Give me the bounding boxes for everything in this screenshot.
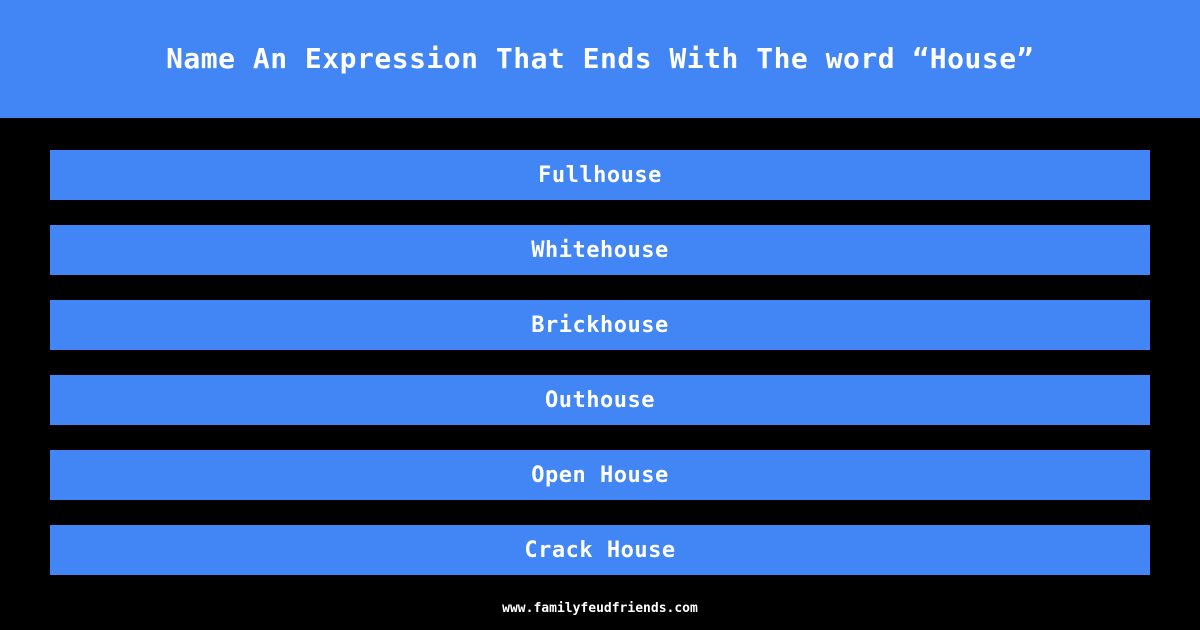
- answer-row[interactable]: Whitehouse: [50, 225, 1150, 275]
- page-title: Name An Expression That Ends With The wo…: [166, 41, 1034, 75]
- question-header: Name An Expression That Ends With The wo…: [0, 0, 1200, 118]
- answer-label: Brickhouse: [531, 312, 669, 338]
- site-url[interactable]: www.familyfeudfriends.com: [502, 601, 698, 616]
- answer-row[interactable]: Outhouse: [50, 375, 1150, 425]
- answer-row[interactable]: Fullhouse: [50, 150, 1150, 200]
- answer-label: Open House: [531, 462, 669, 488]
- answer-row[interactable]: Crack House: [50, 525, 1150, 575]
- answer-row[interactable]: Open House: [50, 450, 1150, 500]
- footer: www.familyfeudfriends.com: [0, 596, 1200, 620]
- answer-label: Crack House: [524, 537, 676, 563]
- answer-label: Outhouse: [545, 387, 655, 413]
- family-feud-answer-card: Name An Expression That Ends With The wo…: [0, 0, 1200, 630]
- answer-label: Whitehouse: [531, 237, 669, 263]
- answer-list: Fullhouse Whitehouse Brickhouse Outhouse…: [50, 150, 1150, 575]
- answer-row[interactable]: Brickhouse: [50, 300, 1150, 350]
- answer-label: Fullhouse: [538, 162, 662, 188]
